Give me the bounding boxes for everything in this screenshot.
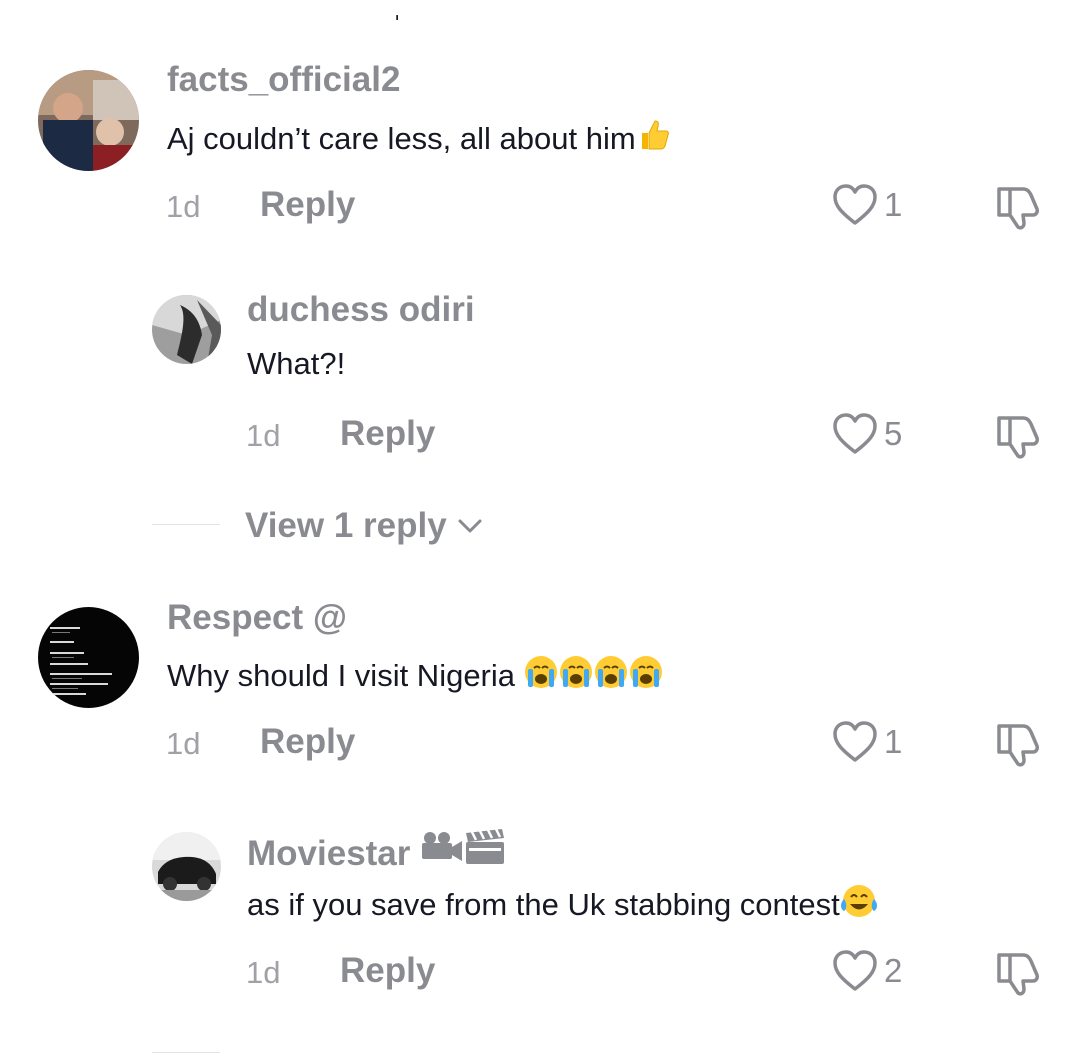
avatar[interactable] xyxy=(152,832,221,901)
like-button[interactable]: 1 xyxy=(832,183,902,227)
like-button[interactable]: 2 xyxy=(832,949,902,993)
comment-text: Why should I visit Nigeria xyxy=(167,654,664,698)
comment-text: What?! xyxy=(247,346,346,381)
dislike-button[interactable] xyxy=(993,949,1043,1002)
dislike-button[interactable] xyxy=(993,183,1043,236)
view-replies-button[interactable]: View 1 reply xyxy=(245,506,483,546)
comment-text-body: Why should I visit Nigeria xyxy=(167,658,524,693)
avatar[interactable] xyxy=(38,607,139,708)
like-count: 1 xyxy=(884,723,903,760)
heart-icon xyxy=(833,950,877,991)
reply-button[interactable]: Reply xyxy=(260,185,355,225)
loudly-crying-icon xyxy=(524,654,664,698)
comment-text: Aj couldn’t care less, all about him xyxy=(167,117,672,161)
comment-username-text: Moviestar xyxy=(247,834,411,873)
reply-button[interactable]: Reply xyxy=(340,414,435,454)
view-replies-divider xyxy=(152,524,220,525)
tears-of-joy-icon xyxy=(840,883,878,927)
comment-time: 1d xyxy=(246,955,281,990)
thumbs-down-icon xyxy=(997,953,1039,996)
comment-username[interactable]: Moviestar xyxy=(247,827,506,876)
heart-icon xyxy=(833,721,877,762)
dislike-button[interactable] xyxy=(993,720,1043,773)
comment-username[interactable]: duchess odiri xyxy=(247,290,475,330)
comment-time: 1d xyxy=(166,726,201,761)
comment-time: 1d xyxy=(246,418,281,453)
thumbs-down-icon xyxy=(997,416,1039,459)
like-button[interactable]: 5 xyxy=(832,412,902,456)
view-replies-label: View 1 reply xyxy=(245,506,447,545)
reply-button[interactable]: Reply xyxy=(340,951,435,991)
comment-username[interactable]: Respect @ xyxy=(167,598,347,638)
comment-username[interactable]: facts_official2 xyxy=(167,60,400,100)
avatar[interactable] xyxy=(38,70,139,171)
comment-text-body: as if you save from the Uk stabbing cont… xyxy=(247,887,840,922)
avatar[interactable] xyxy=(152,295,221,364)
dislike-button[interactable] xyxy=(993,412,1043,465)
thumbs-down-icon xyxy=(997,724,1039,767)
comment-time: 1d xyxy=(166,189,201,224)
cut-off-text: ˌ xyxy=(392,0,403,21)
heart-icon xyxy=(833,184,877,225)
comment-text-body: Aj couldn’t care less, all about him xyxy=(167,121,636,156)
view-replies-divider xyxy=(152,1052,220,1053)
chevron-down-icon xyxy=(458,519,482,533)
thumbs-up-icon xyxy=(636,117,672,161)
like-button[interactable]: 1 xyxy=(832,720,902,764)
video-camera-icon xyxy=(420,827,506,876)
thumbs-down-icon xyxy=(997,187,1039,230)
reply-button[interactable]: Reply xyxy=(260,722,355,762)
like-count: 5 xyxy=(884,415,903,452)
comment-text: as if you save from the Uk stabbing cont… xyxy=(247,883,878,927)
like-count: 2 xyxy=(884,952,903,989)
heart-icon xyxy=(833,413,877,454)
like-count: 1 xyxy=(884,186,903,223)
